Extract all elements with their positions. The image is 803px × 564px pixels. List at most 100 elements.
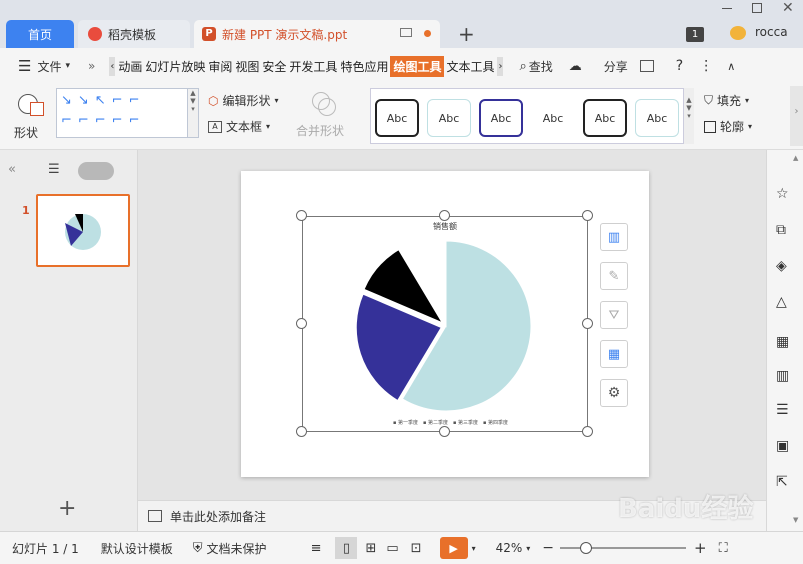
new-tab-button[interactable]: +: [458, 22, 475, 46]
resize-handle-tr[interactable]: [582, 210, 593, 221]
resize-handle-mr[interactable]: [582, 318, 593, 329]
style-option-6[interactable]: Abc: [635, 99, 679, 137]
shape-style-gallery[interactable]: Abc Abc Abc Abc Abc Abc: [370, 88, 684, 144]
menu-tab-text-tools[interactable]: 文本工具: [445, 58, 495, 75]
outline-view-icon[interactable]: ☰: [48, 162, 60, 177]
resize-handle-tm[interactable]: [439, 210, 450, 221]
chart-frame[interactable]: 销售额 ▪ 第一季度 ▪ 第二季度 ▪ 第三季度 ▪ 第四季度: [302, 216, 588, 432]
zoom-slider-thumb[interactable]: [580, 542, 593, 554]
resize-handle-bm[interactable]: [439, 426, 450, 437]
collapse-pane-icon[interactable]: «: [8, 162, 16, 177]
resize-handle-br[interactable]: [582, 426, 593, 437]
menu-tab-slideshow[interactable]: 幻灯片放映: [144, 58, 206, 75]
hamburger-icon[interactable]: ☰: [18, 57, 31, 75]
document-protection[interactable]: 文档未保护: [207, 540, 267, 557]
collapse-ribbon-icon[interactable]: ∧: [727, 60, 735, 73]
more-menu-icon[interactable]: »: [88, 59, 95, 73]
menu-tab-developer[interactable]: 开发工具: [288, 58, 338, 75]
menu-tab-features[interactable]: 特色应用: [339, 58, 389, 75]
shape-gallery[interactable]: ↘↘↖⌐⌐ ⌐⌐⌐⌐⌐: [56, 88, 188, 138]
style-option-2[interactable]: Abc: [427, 99, 471, 137]
chart-icon[interactable]: ▥: [776, 368, 794, 386]
scroll-left-button[interactable]: ‹: [109, 56, 116, 76]
chart-data-button[interactable]: ▦: [600, 340, 628, 368]
resize-handle-ml[interactable]: [296, 318, 307, 329]
cloud-sync-icon[interactable]: ☁: [569, 59, 582, 74]
textbox-button[interactable]: A 文本框 ▾: [208, 118, 270, 135]
tab-home[interactable]: 首页: [6, 20, 74, 48]
menu-tab-view[interactable]: 视图: [234, 58, 260, 75]
settings-sliders-icon[interactable]: ☰: [776, 402, 794, 420]
slide-sorter-icon[interactable]: ⊞: [365, 541, 376, 556]
zoom-slider[interactable]: [560, 542, 687, 554]
chevron-down-icon: ▾: [745, 96, 750, 105]
design-template[interactable]: 默认设计模板: [101, 540, 173, 557]
zoom-out-button[interactable]: −: [542, 540, 554, 556]
menu-tab-animation[interactable]: 动画: [117, 58, 143, 75]
help-icon[interactable]: ?: [676, 58, 683, 74]
close-button[interactable]: ✕: [782, 0, 794, 16]
edit-shape-button[interactable]: ⬡ 编辑形状 ▾: [208, 92, 279, 109]
scroll-up-button[interactable]: ▲: [793, 154, 798, 162]
menu-tab-security[interactable]: 安全: [261, 58, 287, 75]
more-options-icon[interactable]: ⋮: [699, 58, 713, 74]
transition-icon[interactable]: ⧉: [776, 222, 794, 240]
shape-button[interactable]: 形状: [12, 90, 52, 140]
chart-style-button[interactable]: ✎: [600, 262, 628, 290]
fill-button[interactable]: ⛉ 填充 ▾: [704, 92, 749, 109]
table-icon[interactable]: ▦: [776, 334, 794, 352]
scroll-right-button[interactable]: ›: [497, 56, 504, 76]
user-name[interactable]: rocca: [755, 25, 788, 39]
chart-filter-button[interactable]: ⛛: [600, 301, 628, 329]
add-slide-button[interactable]: +: [58, 496, 76, 521]
picture-icon[interactable]: ▣: [776, 438, 794, 456]
normal-view-button[interactable]: ▯: [335, 537, 358, 559]
shape-properties-icon[interactable]: ◈: [776, 258, 794, 276]
outline-button[interactable]: 轮廓 ▾: [704, 118, 752, 135]
menu-tab-drawing-tools[interactable]: 绘图工具: [390, 55, 445, 77]
resize-handle-tl[interactable]: [296, 210, 307, 221]
search-button[interactable]: 查找: [529, 58, 553, 75]
alignment-menu-icon[interactable]: ≡: [311, 541, 322, 556]
gallery-scroll[interactable]: ▲ ▼ ▾: [187, 88, 199, 138]
zoom-in-button[interactable]: +: [694, 539, 707, 557]
title-tab-bar: 首页 稻壳模板 P 新建 PPT 演示文稿.ppt + 1 rocca ✕: [0, 0, 803, 48]
maximize-button[interactable]: [752, 3, 762, 13]
merge-shape-button[interactable]: 合并形状: [296, 90, 354, 140]
fit-window-icon[interactable]: ⛶: [719, 541, 728, 556]
text-effect-icon[interactable]: △: [776, 294, 794, 312]
chevron-down-icon[interactable]: ▾: [526, 544, 530, 553]
tab-daoke-label: 稻壳模板: [108, 27, 157, 42]
tab-daoke-template[interactable]: 稻壳模板: [78, 20, 190, 48]
share-button[interactable]: 分享: [604, 58, 628, 75]
chevron-down-icon[interactable]: ▾: [472, 544, 476, 553]
object-animation-icon[interactable]: ☆: [776, 186, 794, 204]
menu-tab-review[interactable]: 审阅: [207, 58, 233, 75]
export-icon[interactable]: [639, 60, 654, 72]
chart-settings-button[interactable]: ⚙: [600, 379, 628, 407]
share-out-icon[interactable]: ⇱: [776, 474, 794, 492]
minimize-button[interactable]: [722, 8, 732, 9]
thumbnail-view-button[interactable]: [78, 162, 114, 180]
zoom-level[interactable]: 42%: [496, 541, 523, 555]
file-menu[interactable]: 文件: [37, 58, 61, 75]
tab-document[interactable]: P 新建 PPT 演示文稿.ppt: [194, 20, 440, 48]
tab-count-badge[interactable]: 1: [686, 27, 704, 42]
slide-thumbnail-1[interactable]: [36, 194, 130, 267]
user-avatar[interactable]: [730, 26, 746, 40]
style-gallery-scroll[interactable]: ▲ ▼ ▾: [684, 88, 694, 144]
resize-handle-bl[interactable]: [296, 426, 307, 437]
search-icon[interactable]: ⌕: [519, 59, 526, 74]
style-option-4[interactable]: Abc: [531, 99, 575, 137]
ribbon-scroll-right[interactable]: ›: [790, 86, 803, 146]
scroll-down-button[interactable]: ▼: [793, 516, 798, 524]
style-option-1[interactable]: Abc: [375, 99, 419, 137]
reading-view-icon[interactable]: ▭: [386, 541, 398, 556]
chart-elements-button[interactable]: ▥: [600, 223, 628, 251]
style-option-3[interactable]: Abc: [479, 99, 523, 137]
chart-bars-icon: ▥: [607, 229, 621, 245]
style-option-5[interactable]: Abc: [583, 99, 627, 137]
play-slideshow-button[interactable]: ▶: [439, 537, 468, 559]
presenter-tools-icon[interactable]: ⊡: [411, 541, 422, 556]
monitor-icon[interactable]: [400, 28, 412, 37]
